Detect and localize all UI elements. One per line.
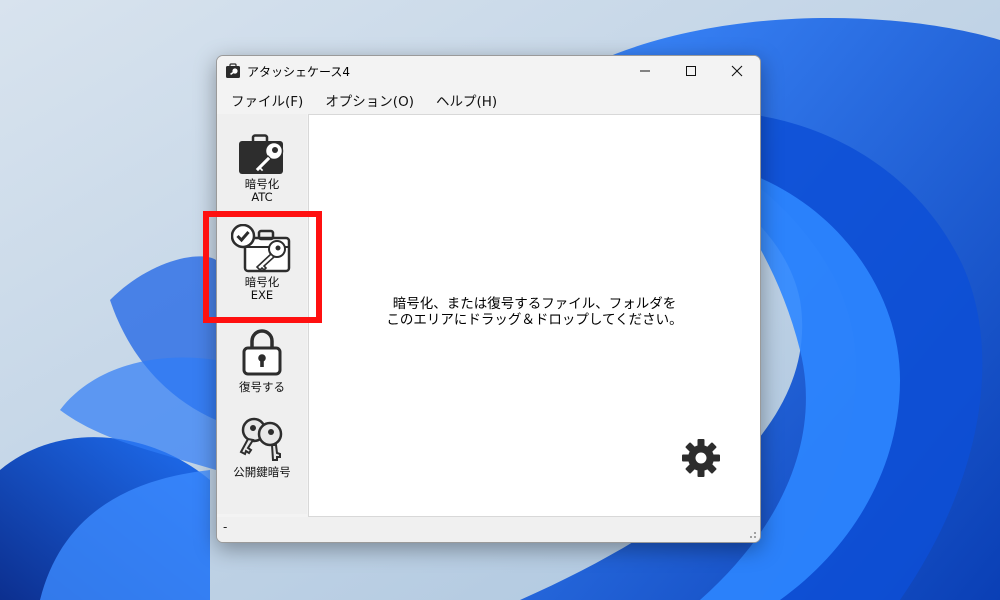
menu-help[interactable]: ヘルプ(H) [428,87,505,111]
close-icon [731,65,743,76]
drop-area[interactable]: 暗号化、または復号するファイル、フォルダを このエリアにドラッグ＆ドロップしてく… [308,114,760,517]
drop-instructions: 暗号化、または復号するファイル、フォルダを このエリアにドラッグ＆ドロップしてく… [309,296,760,328]
public-key-button[interactable]: 公開鍵暗号 [217,416,307,479]
minimize-button[interactable] [622,56,668,85]
minimize-icon [640,70,650,71]
encrypt-atc-button[interactable]: 暗号化 ATC [217,134,307,204]
decrypt-label: 復号する [239,380,285,394]
menu-options[interactable]: オプション(O) [317,87,422,111]
maximize-button[interactable] [668,56,714,85]
menu-bar: ファイル(F) オプション(O) ヘルプ(H) [217,87,760,111]
close-button[interactable] [714,56,760,85]
padlock-icon [242,329,282,376]
app-icon [226,63,240,78]
decrypt-button[interactable]: 復号する [217,327,307,394]
menu-file[interactable]: ファイル(F) [223,87,311,111]
gear-icon[interactable] [681,438,721,478]
briefcase-key-icon [239,134,284,174]
drop-instructions-line1: 暗号化、または復号するファイル、フォルダを [392,296,677,312]
status-text: - [223,520,228,534]
keys-icon [239,417,283,461]
drop-instructions-line2: このエリアにドラッグ＆ドロップしてください。 [386,312,683,328]
encrypt-atc-label-line2: ATC [251,190,273,204]
highlight-box [203,211,322,323]
status-bar: - [217,517,760,542]
title-bar[interactable]: アタッシェケース4 [217,56,760,85]
window-title: アタッシェケース4 [247,65,351,79]
maximize-icon [686,65,696,76]
resize-grip-icon[interactable] [747,529,757,539]
public-key-label: 公開鍵暗号 [233,465,291,479]
